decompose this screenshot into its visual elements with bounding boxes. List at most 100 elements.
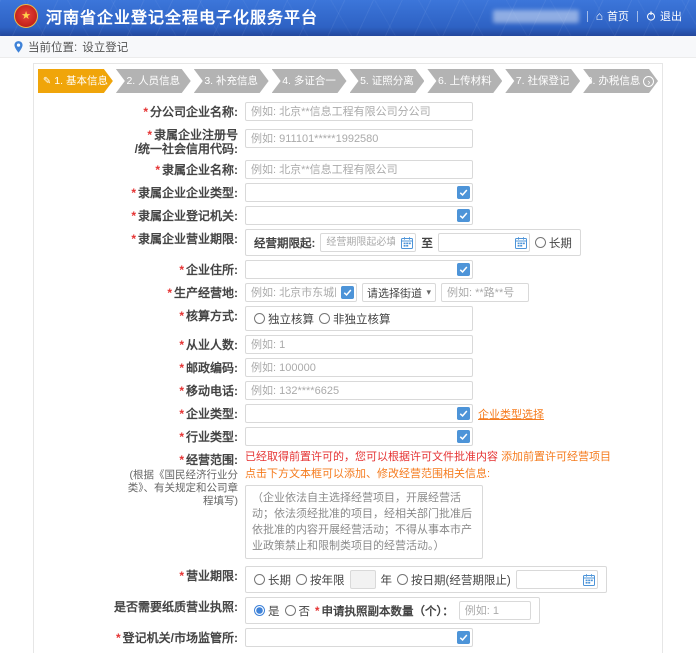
home-icon: ⌂ xyxy=(596,10,603,22)
breadcrumb-label: 当前位置: xyxy=(28,39,77,55)
field-label: 是否需要纸质营业执照: xyxy=(114,600,238,614)
required-asterisk: * xyxy=(179,407,184,421)
field-parent-type: *隶属企业企业类型: xyxy=(37,183,659,202)
nav-home-label: 首页 xyxy=(607,8,629,24)
field-label: 登记机关/市场监管所: xyxy=(123,631,238,645)
tab-upload-materials[interactable]: 6. 上传材料 xyxy=(427,69,502,93)
street-select-value: 请选择街道 xyxy=(367,285,422,301)
required-asterisk: * xyxy=(147,128,152,142)
next-steps-icon[interactable]: › xyxy=(643,76,654,87)
calendar-icon[interactable] xyxy=(583,574,595,586)
radio-term-date[interactable]: 按日期(经营期限止) xyxy=(397,572,511,588)
field-employees: *从业人数: xyxy=(37,335,659,354)
company-type-input[interactable] xyxy=(245,404,473,423)
field-operation-place: *生产经营地: 请选择街道 ▾ xyxy=(37,283,659,302)
field-accounting: *核算方式: 独立核算 非独立核算 xyxy=(37,306,659,331)
field-label: 分公司企业名称: xyxy=(150,105,238,119)
radio-dependent[interactable]: 非独立核算 xyxy=(319,311,391,327)
term-years-input[interactable] xyxy=(350,570,376,589)
tab-supplement-info[interactable]: 3. 补充信息 xyxy=(194,69,269,93)
radio-parent-term-long-input[interactable] xyxy=(535,237,546,248)
header-nav: ⌂ 首页 退出 xyxy=(493,8,682,24)
radio-paper-yes[interactable]: 是 xyxy=(254,603,280,619)
postcode-input[interactable] xyxy=(245,358,473,377)
required-asterisk: * xyxy=(131,232,136,246)
field-label: 邮政编码: xyxy=(186,361,238,375)
radio-term-long-input[interactable] xyxy=(254,574,265,585)
radio-independent-input[interactable] xyxy=(254,313,265,324)
required-asterisk: * xyxy=(179,430,184,444)
industry-type-input[interactable] xyxy=(245,427,473,446)
picker-icon[interactable] xyxy=(457,407,470,420)
picker-icon[interactable] xyxy=(457,186,470,199)
year-unit-label: 年 xyxy=(381,572,393,588)
picker-icon[interactable] xyxy=(457,263,470,276)
radio-independent[interactable]: 独立核算 xyxy=(254,311,314,327)
radio-term-date-input[interactable] xyxy=(397,574,408,585)
field-label: 行业类型: xyxy=(186,430,238,444)
radio-paper-no[interactable]: 否 xyxy=(285,603,311,619)
radio-term-years[interactable]: 按年限 xyxy=(296,572,345,588)
picker-icon[interactable] xyxy=(457,430,470,443)
field-parent-name: *隶属企业名称: xyxy=(37,160,659,179)
radio-parent-term-long[interactable]: 长期 xyxy=(535,235,572,251)
radio-paper-no-input[interactable] xyxy=(285,605,296,616)
mobile-input[interactable] xyxy=(245,381,473,400)
username-redacted xyxy=(493,10,579,23)
nav-logout[interactable]: 退出 xyxy=(646,8,682,24)
calendar-icon[interactable] xyxy=(401,237,413,249)
tab-multi-cert[interactable]: 4. 多证合一 xyxy=(272,69,347,93)
field-business-term: *营业期限: 长期 按年限 年 按日期(经营期限止) xyxy=(37,566,659,593)
radio-dependent-input[interactable] xyxy=(319,313,330,324)
field-label: 隶属企业企业类型: xyxy=(138,186,238,200)
radio-term-years-input[interactable] xyxy=(296,574,307,585)
parent-credit-code-input[interactable] xyxy=(245,129,473,148)
term-to-label: 至 xyxy=(421,235,433,251)
tab-basic-info[interactable]: ✎1. 基本信息 xyxy=(38,69,113,93)
field-registry: *登记机关/市场监管所: xyxy=(37,628,659,647)
road-input[interactable] xyxy=(441,283,529,302)
page-title: 河南省企业登记全程电子化服务平台 xyxy=(46,4,318,28)
required-asterisk: * xyxy=(143,105,148,119)
branch-name-input[interactable] xyxy=(245,102,473,121)
tab-cert-separation[interactable]: 5. 证照分离 xyxy=(350,69,425,93)
picker-icon[interactable] xyxy=(341,286,354,299)
radio-paper-yes-input[interactable] xyxy=(254,605,265,616)
parent-type-input[interactable] xyxy=(245,183,473,202)
field-label: 隶属企业名称: xyxy=(162,163,238,177)
add-licensed-items-link[interactable]: 添加前置许可经营项目 xyxy=(501,451,611,463)
registry-input[interactable] xyxy=(245,628,473,647)
picker-icon[interactable] xyxy=(457,631,470,644)
field-industry-type: *行业类型: xyxy=(37,427,659,446)
form-container: ✎1. 基本信息 2. 人员信息 3. 补充信息 4. 多证合一 5. 证照分离… xyxy=(33,63,663,653)
breadcrumb-value: 设立登记 xyxy=(82,39,128,55)
street-select[interactable]: 请选择街道 ▾ xyxy=(362,283,436,302)
required-asterisk: * xyxy=(315,606,319,618)
copies-input[interactable] xyxy=(459,601,531,620)
field-label: 核算方式: xyxy=(186,309,238,323)
company-type-select-link[interactable]: 企业类型选择 xyxy=(478,406,544,422)
tab-social-security[interactable]: 7. 社保登记 xyxy=(505,69,580,93)
tab-tax-info[interactable]: 8. 办税信息› xyxy=(583,69,658,93)
field-label: 生产经营地: xyxy=(174,286,238,300)
nav-home[interactable]: ⌂ 首页 xyxy=(596,8,629,24)
parent-reg-authority-input[interactable] xyxy=(245,206,473,225)
accounting-group: 独立核算 非独立核算 xyxy=(245,306,473,331)
address-input[interactable] xyxy=(245,260,473,279)
field-label: 经营范围: xyxy=(186,453,238,467)
step-tabs: ✎1. 基本信息 2. 人员信息 3. 补充信息 4. 多证合一 5. 证照分离… xyxy=(38,69,658,93)
field-company-type: *企业类型: 企业类型选择 xyxy=(37,404,659,423)
required-asterisk: * xyxy=(179,263,184,277)
employees-input[interactable] xyxy=(245,335,473,354)
business-scope-textarea[interactable]: （企业依法自主选择经营项目，开展经营活动；依法须经批准的项目，经相关部门批准后依… xyxy=(245,485,483,559)
tab-personnel-info[interactable]: 2. 人员信息 xyxy=(116,69,191,93)
parent-name-input[interactable] xyxy=(245,160,473,179)
field-parent-credit-code: *隶属企业注册号 /统一社会信用代码: xyxy=(37,125,659,156)
pencil-icon: ✎ xyxy=(43,76,51,87)
radio-term-long[interactable]: 长期 xyxy=(254,572,291,588)
paper-license-group: 是 否 *申请执照副本数量（个）： xyxy=(245,597,540,624)
picker-icon[interactable] xyxy=(457,209,470,222)
required-asterisk: * xyxy=(155,163,160,177)
calendar-icon[interactable] xyxy=(515,237,527,249)
required-asterisk: * xyxy=(131,209,136,223)
